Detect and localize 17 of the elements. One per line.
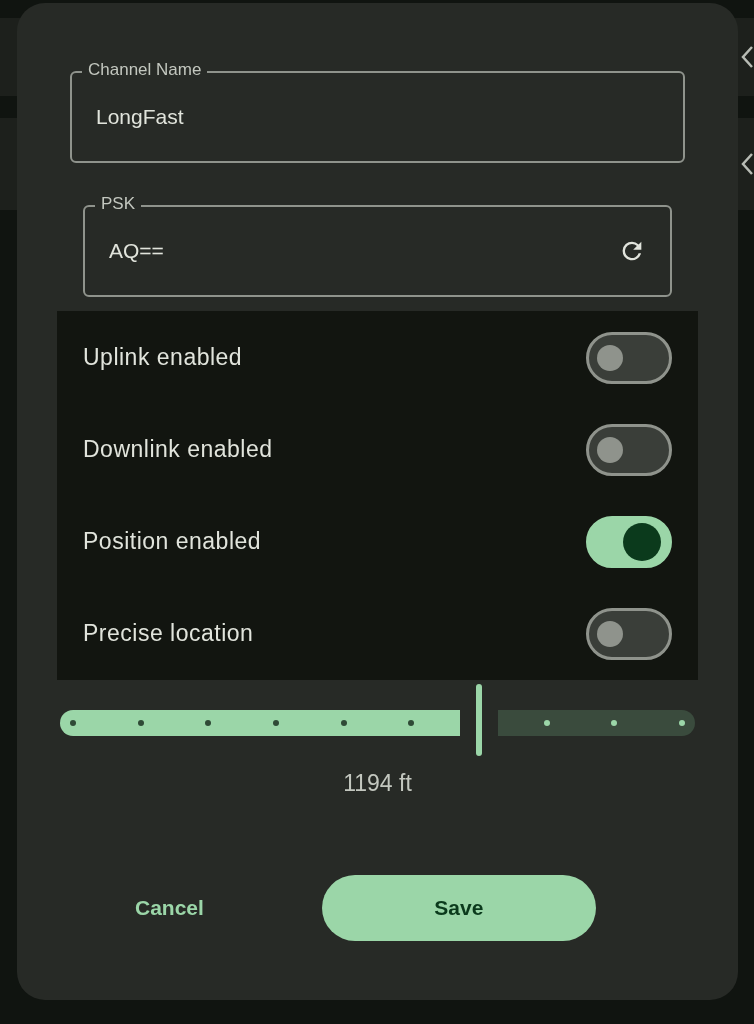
toggle-label: Uplink enabled <box>83 343 243 373</box>
chevron-left-icon[interactable] <box>740 45 754 69</box>
toggle-switch[interactable] <box>586 331 672 384</box>
toggle-label: Position enabled <box>83 527 262 557</box>
field-value: AQ== <box>108 238 165 265</box>
slider-thumb[interactable] <box>476 684 483 756</box>
toggle-switch[interactable] <box>586 423 672 476</box>
toggle-label: Precise location <box>83 619 254 649</box>
chevron-left-icon[interactable] <box>740 152 754 176</box>
precision-slider[interactable] <box>60 684 695 758</box>
toggle-label: Downlink enabled <box>83 435 273 465</box>
cancel-button[interactable]: Cancel <box>133 881 206 934</box>
toggle-switch[interactable] <box>586 607 672 660</box>
field-value: LongFast <box>95 104 185 131</box>
precision-reading: 1194 ft <box>343 769 412 798</box>
toggle-switch[interactable] <box>586 515 672 568</box>
save-button[interactable]: Save <box>321 874 596 941</box>
